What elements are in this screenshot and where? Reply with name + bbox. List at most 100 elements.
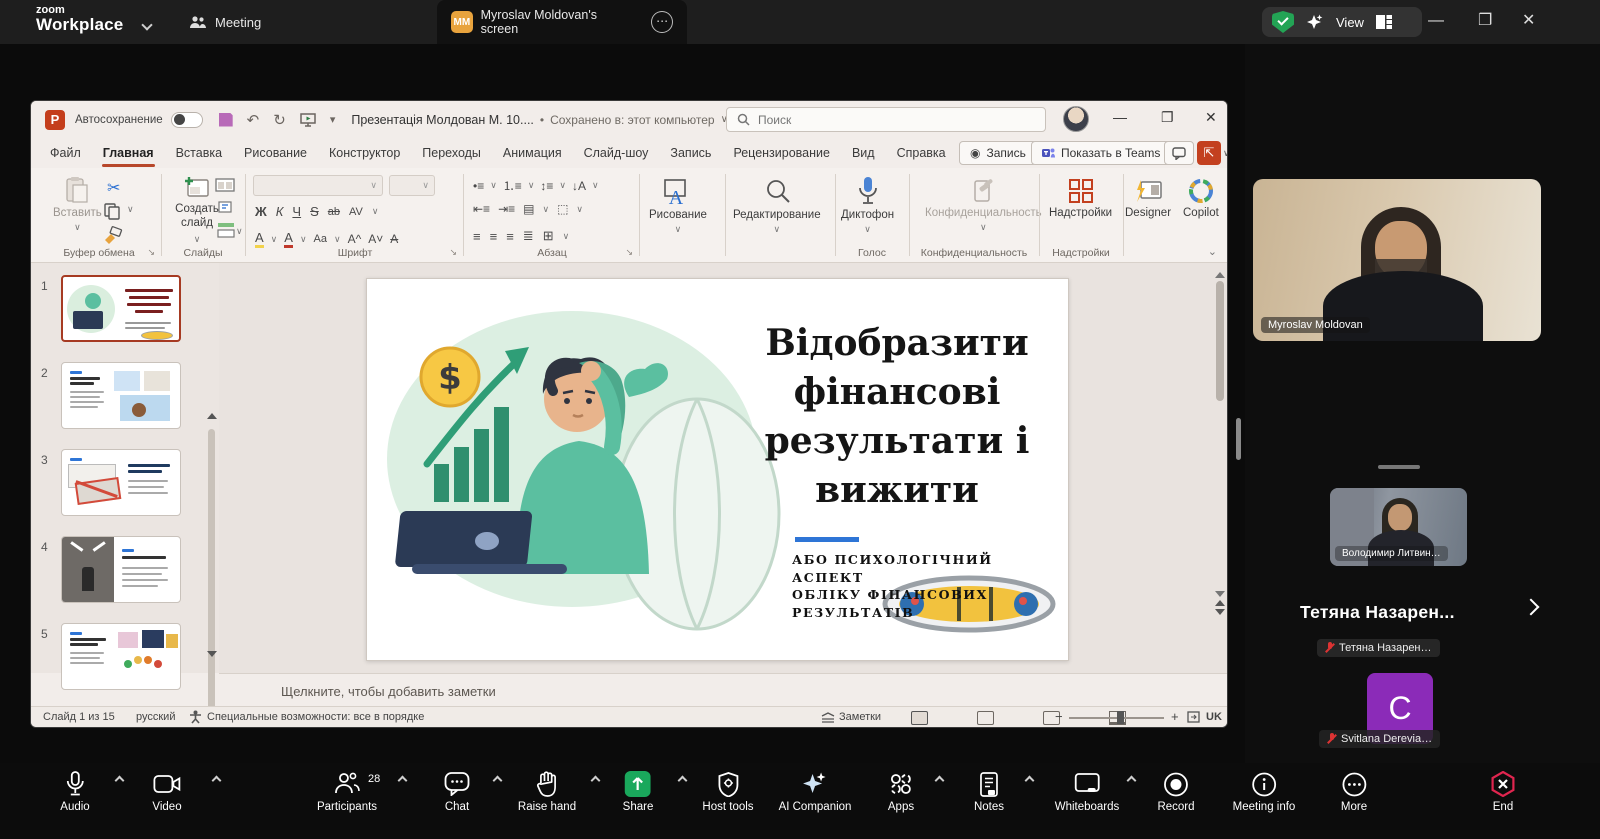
align-left-button[interactable]: ≡ <box>473 229 481 244</box>
raise-hand-button[interactable]: Raise hand <box>518 771 576 813</box>
tab-draw[interactable]: Рисование <box>233 140 318 166</box>
qat-chevron-icon[interactable]: ▾ <box>330 113 336 126</box>
participants-chevron-icon[interactable] <box>398 776 408 786</box>
record-button[interactable]: ◉ Запись <box>959 141 1037 165</box>
comments-button[interactable] <box>1164 141 1194 165</box>
ai-sparkle-icon[interactable] <box>1306 13 1324 31</box>
editing-button[interactable]: Редактирование ∨ <box>733 178 821 235</box>
zoom-out-button[interactable]: − <box>1055 709 1063 724</box>
ppt-minimize-button[interactable]: — <box>1113 109 1127 125</box>
align-center-button[interactable]: ≡ <box>490 229 498 244</box>
video-tile-second[interactable]: Володимир Литвин… <box>1330 488 1467 566</box>
share-chevron-icon[interactable] <box>678 776 688 786</box>
paste-chevron-icon[interactable]: ∨ <box>74 222 81 233</box>
keyboard-layout-indicator[interactable]: UK <box>1206 711 1222 723</box>
font-color-button[interactable]: А <box>284 230 293 248</box>
columns-button[interactable]: ▤ <box>523 202 534 216</box>
font-dialog-launcher-icon[interactable]: ↘ <box>449 247 457 258</box>
ppt-maximize-button[interactable]: ❐ <box>1161 109 1174 126</box>
editing-chevron-icon[interactable]: ∨ <box>774 224 781 235</box>
slide-sorter-view-button[interactable] <box>977 711 994 725</box>
tab-review[interactable]: Рецензирование <box>722 140 841 166</box>
drawing-chevron-icon[interactable]: ∨ <box>675 224 682 235</box>
zoom-slider[interactable] <box>1069 717 1164 719</box>
paragraph-dialog-launcher-icon[interactable]: ↘ <box>625 247 633 258</box>
participant-chip-svitlana[interactable]: Svitlana Derevia… <box>1319 730 1440 748</box>
tab-transitions[interactable]: Переходы <box>411 140 492 166</box>
tab-design[interactable]: Конструктор <box>318 140 411 166</box>
ai-companion-button[interactable]: AI Companion <box>779 771 852 813</box>
numbering-button[interactable]: ⒈≡ <box>503 177 522 194</box>
thumbnail-scroll-up-icon[interactable] <box>207 413 217 419</box>
notes-toggle-button[interactable]: Заметки <box>839 711 881 723</box>
tab-animations[interactable]: Анимация <box>492 140 573 166</box>
host-tools-button[interactable]: Host tools <box>702 771 753 813</box>
new-slide-chevron-icon[interactable]: ∨ <box>194 234 201 245</box>
thumbnail-slide-3[interactable] <box>61 449 181 516</box>
tab-options-icon[interactable]: ⋯ <box>651 11 673 33</box>
record-button-zoom[interactable]: Record <box>1157 771 1194 813</box>
workspace-chevron-icon[interactable] <box>143 16 151 34</box>
slide-scrollbar[interactable] <box>1215 269 1225 618</box>
dictate-chevron-icon[interactable]: ∨ <box>864 224 871 235</box>
saved-location[interactable]: Сохранено в: этот компьютер <box>550 113 715 127</box>
change-case-button[interactable]: Aa <box>314 233 327 245</box>
notes-button[interactable]: Notes <box>974 771 1004 813</box>
bold-button[interactable]: Ж <box>255 204 267 219</box>
current-slide[interactable]: $ <box>366 278 1069 661</box>
slide-subtitle[interactable]: АБО ПСИХОЛОГІЧНИЙ АСПЕКТ ОБЛІКУ ФІНАНСОВ… <box>792 551 1068 621</box>
next-slide-icon[interactable] <box>1215 609 1225 615</box>
clear-formatting-button[interactable]: A <box>390 232 398 246</box>
slideshow-icon[interactable] <box>300 113 316 127</box>
increase-indent-button[interactable]: ⇥≡ <box>498 202 515 216</box>
thumbnail-slide-4[interactable] <box>61 536 181 603</box>
whiteboards-chevron-icon[interactable] <box>1127 776 1137 786</box>
share-button[interactable]: Share <box>623 771 654 813</box>
reset-slide-icon[interactable] <box>217 200 233 214</box>
dictate-button[interactable]: Диктофон ∨ <box>841 176 894 235</box>
align-text-button[interactable]: ⬚ <box>557 202 568 216</box>
scroll-down-icon[interactable] <box>1215 591 1225 597</box>
drawing-button[interactable]: A Рисование ∨ <box>649 178 707 235</box>
more-button[interactable]: More <box>1341 771 1367 813</box>
bullets-button[interactable]: •≡ <box>473 179 484 193</box>
whiteboards-button[interactable]: Whiteboards <box>1055 771 1120 813</box>
paste-button[interactable]: Вставить ∨ <box>53 176 102 233</box>
slide-title[interactable]: Відобразити фінансові результати і вижит… <box>757 319 1037 515</box>
tab-meeting[interactable]: Meeting <box>175 0 275 44</box>
window-close-button[interactable]: ✕ <box>1522 10 1535 30</box>
spacing-chevron-icon[interactable]: ∨ <box>372 206 379 217</box>
presence-chevron-icon[interactable]: ∨ <box>1223 148 1228 159</box>
video-button[interactable]: Video <box>152 771 181 813</box>
panel-resize-handle[interactable] <box>1236 418 1241 460</box>
view-button[interactable]: View <box>1336 15 1364 30</box>
participant-chip-tetiana[interactable]: Тетяна Назарен… <box>1317 639 1440 657</box>
tab-record[interactable]: Запись <box>659 140 722 166</box>
normal-view-button[interactable] <box>911 711 928 725</box>
layout-slide-icon[interactable] <box>215 178 235 192</box>
tab-view[interactable]: Вид <box>841 140 886 166</box>
thumbnail-scrollbar[interactable] <box>208 429 215 728</box>
underline-button[interactable]: Ч <box>292 204 301 219</box>
notes-chevron-icon[interactable] <box>1025 776 1035 786</box>
copy-chevron-icon[interactable]: ∨ <box>127 204 134 215</box>
filmstrip-drag-handle[interactable] <box>1378 465 1420 469</box>
collapse-ribbon-icon[interactable]: ⌄ <box>1208 245 1217 258</box>
thumbnail-slide-2[interactable] <box>61 362 181 429</box>
decrease-indent-button[interactable]: ⇤≡ <box>473 202 490 216</box>
audio-button[interactable]: Audio <box>60 771 89 813</box>
expand-panel-chevron-icon[interactable] <box>1523 599 1540 616</box>
justify-button[interactable]: ≣ <box>523 228 534 244</box>
font-size-dropdown[interactable]: ∨ <box>389 175 435 196</box>
redo-icon[interactable]: ↻ <box>273 111 286 129</box>
tab-file[interactable]: Файл <box>39 140 92 166</box>
line-spacing-button[interactable]: ↕≡ <box>540 179 553 193</box>
addins-button[interactable]: Надстройки <box>1049 178 1112 219</box>
align-right-button[interactable]: ≡ <box>506 229 514 244</box>
undo-icon[interactable]: ↶ <box>247 111 260 129</box>
highlight-color-button[interactable]: А <box>255 230 264 248</box>
grow-font-button[interactable]: A^ <box>348 232 362 246</box>
strikethrough-button[interactable]: ab <box>328 206 340 218</box>
scroll-up-icon[interactable] <box>1215 272 1225 278</box>
slide-counter[interactable]: Слайд 1 из 15 <box>43 711 115 723</box>
